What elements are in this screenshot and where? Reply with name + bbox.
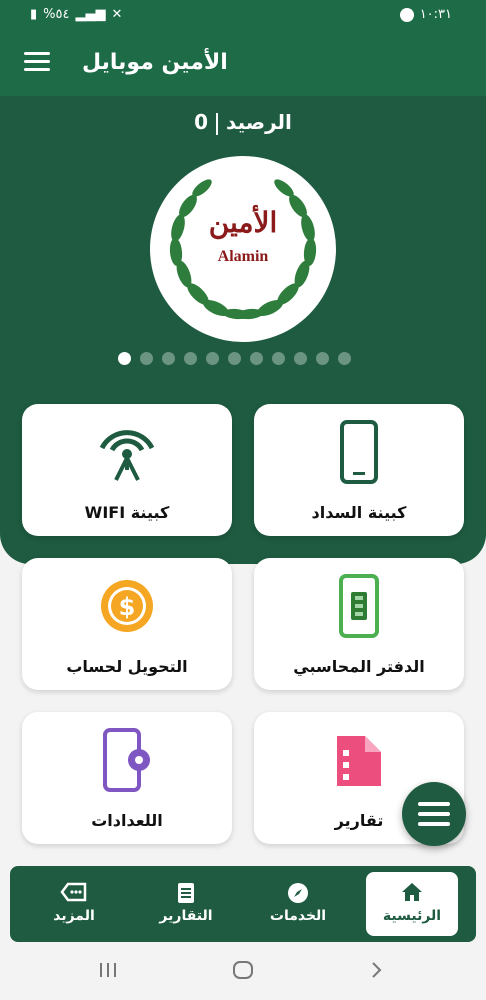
logo-arabic-text: الأمين [208, 206, 278, 239]
phone-icon [340, 420, 378, 484]
battery-percent: %٥٤ [43, 7, 70, 22]
hamburger-icon[interactable] [24, 52, 50, 74]
carousel-dot[interactable] [162, 352, 175, 365]
home-button-icon[interactable] [232, 960, 254, 984]
status-bar: ▮ %٥٤ ▂▄▆ ✕ ١٠:٣١ [0, 0, 486, 32]
carousel-dot[interactable] [118, 352, 131, 365]
compass-icon [288, 883, 308, 903]
nav-label: الرئيسية [382, 908, 442, 924]
carousel-dot[interactable] [140, 352, 153, 365]
report-document-icon [337, 736, 381, 786]
card-label: كبينة السداد [311, 503, 407, 522]
recent-apps-icon[interactable] [98, 960, 118, 984]
notification-icon [399, 7, 414, 22]
nav-label: الخدمات [269, 908, 327, 924]
card-label: اللعدادات [91, 811, 163, 830]
settings-phone-icon [103, 728, 150, 792]
brand-logo: الأمين Alamin [150, 156, 336, 342]
card-settings[interactable]: اللعدادات [22, 712, 232, 844]
ledger-phone-icon [339, 574, 379, 638]
nav-item-more[interactable]: المزيد [28, 872, 120, 936]
svg-text:$: $ [119, 593, 136, 621]
mute-icon: ✕ [111, 7, 123, 22]
carousel-dot[interactable] [250, 352, 263, 365]
carousel-dot[interactable] [184, 352, 197, 365]
carousel-dot[interactable] [294, 352, 307, 365]
card-accounting-ledger[interactable]: الدفتر المحاسبي [254, 558, 464, 690]
bottom-navigation: الرئيسية الخدمات التقارير المزيد [10, 866, 476, 942]
system-navigation-bar [0, 942, 486, 1000]
carousel-dot[interactable] [316, 352, 329, 365]
menu-fab-button[interactable] [402, 782, 466, 846]
nav-item-home[interactable]: الرئيسية [366, 872, 458, 936]
home-icon [402, 883, 422, 901]
card-payment-cabin[interactable]: كبينة السداد [254, 404, 464, 536]
battery-icon: ▮ [30, 7, 38, 22]
signal-icon: ▂▄▆ [75, 7, 106, 22]
balance-display: الرصيد 0 [0, 110, 486, 135]
balance-value: 0 [194, 110, 209, 134]
status-icons-right: ١٠:٣١ [399, 7, 452, 22]
nav-label: التقارير [159, 908, 213, 924]
dollar-coin-icon: $ [101, 580, 153, 632]
balance-label: الرصيد [226, 110, 292, 134]
status-icons-left: ▮ %٥٤ ▂▄▆ ✕ [30, 7, 122, 22]
back-chevron-icon[interactable] [370, 960, 384, 984]
app-title: الأمين موبايل [82, 50, 228, 75]
carousel-dot[interactable] [338, 352, 351, 365]
wifi-tower-icon [99, 430, 155, 481]
card-wifi-cabin[interactable]: كبينة WIFI [22, 404, 232, 536]
nav-item-reports[interactable]: التقارير [140, 872, 232, 936]
card-label: التحويل لحساب [66, 657, 188, 676]
card-label: كبينة WIFI [84, 503, 170, 522]
nav-item-services[interactable]: الخدمات [252, 872, 344, 936]
status-time: ١٠:٣١ [419, 7, 452, 22]
carousel-dot[interactable] [272, 352, 285, 365]
logo-english-text: Alamin [217, 248, 269, 265]
carousel-dot[interactable] [228, 352, 241, 365]
carousel-dot[interactable] [206, 352, 219, 365]
card-account-transfer[interactable]: $ التحويل لحساب [22, 558, 232, 690]
more-tag-icon [60, 882, 87, 902]
app-bar: الأمين موبايل [0, 32, 486, 96]
receipt-icon [178, 883, 194, 903]
card-label: الدفتر المحاسبي [293, 657, 425, 676]
carousel-indicator [118, 352, 351, 365]
nav-label: المزيد [53, 908, 95, 924]
